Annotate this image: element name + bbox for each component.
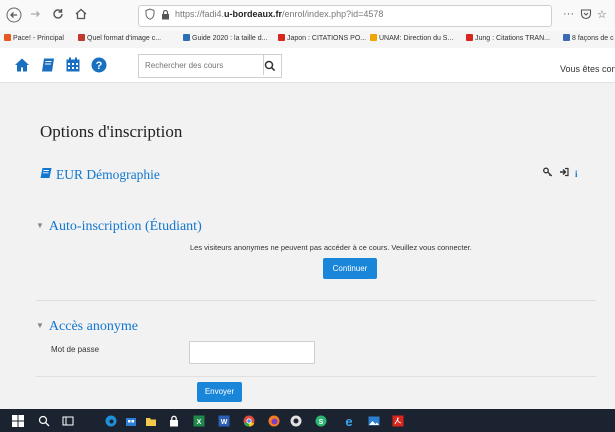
password-label: Mot de passe: [51, 345, 100, 354]
bookmark-favicon-icon: [563, 34, 570, 41]
word-icon[interactable]: W: [218, 414, 230, 427]
windows-start-icon[interactable]: [12, 414, 24, 427]
collapse-caret-icon[interactable]: ▼: [36, 221, 44, 230]
browser-toolbar: https://fadi4.u-bordeaux.fr/enrol/index.…: [0, 0, 615, 32]
lock-app-icon[interactable]: [168, 414, 180, 427]
svg-text:X: X: [197, 419, 202, 426]
firefox-icon[interactable]: [268, 414, 280, 427]
tracking-shield-icon[interactable]: [145, 8, 155, 23]
collapse-caret-icon[interactable]: ▼: [36, 321, 44, 330]
photos-icon[interactable]: [368, 414, 380, 426]
back-icon[interactable]: [6, 7, 22, 23]
forward-icon[interactable]: [27, 7, 43, 23]
home-icon[interactable]: [73, 7, 89, 23]
course-tools: i: [543, 167, 578, 179]
page-title: Options d'inscription: [40, 122, 183, 141]
search-icon: [264, 60, 276, 72]
section-divider: [36, 300, 596, 301]
bookmark-favicon-icon: [278, 34, 285, 41]
course-search: [138, 54, 282, 78]
bookmark-item[interactable]: Guide 2020 : la taille d...: [183, 34, 268, 42]
self-enrol-heading-text: Auto-inscription (Étudiant): [48, 219, 202, 234]
login-enter-icon[interactable]: [559, 167, 572, 179]
os-taskbar: X W S e: [0, 409, 615, 432]
home-icon[interactable]: [14, 57, 30, 73]
guest-heading-text: Accès anonyme: [48, 319, 138, 334]
svg-text:S: S: [319, 419, 324, 426]
bookmark-item[interactable]: Quel format d'image c...: [78, 34, 161, 42]
info-icon[interactable]: i: [575, 169, 578, 179]
course-link[interactable]: EUR Démographie: [39, 167, 160, 183]
bookmark-item[interactable]: Jung : Citations TRAN...: [466, 34, 550, 42]
reload-icon[interactable]: [50, 7, 66, 23]
bookmark-star-icon[interactable]: ☆: [597, 8, 607, 21]
guest-access-section-heading[interactable]: ▼ Accès anonyme: [36, 319, 138, 335]
app-icon[interactable]: [290, 414, 302, 427]
site-navbar: ? Vous êtes con: [0, 48, 615, 83]
calendar-icon[interactable]: [65, 57, 81, 73]
key-icon[interactable]: [543, 167, 556, 179]
guest-access-notice: Les visiteurs anonymes ne peuvent pas ac…: [190, 243, 472, 252]
edge-browser-icon[interactable]: [105, 414, 117, 427]
course-search-input[interactable]: [139, 55, 264, 75]
self-enrol-section-heading[interactable]: ▼ Auto-inscription (Étudiant): [36, 219, 202, 235]
bookmark-favicon-icon: [466, 34, 473, 41]
svg-text:e: e: [345, 415, 352, 427]
lock-icon[interactable]: [161, 9, 170, 23]
pocket-icon[interactable]: [580, 8, 592, 23]
pdf-reader-icon[interactable]: [392, 414, 404, 427]
continue-button[interactable]: Continuer: [323, 258, 377, 279]
bookmarks-bar: Pace! - Principal Quel format d'image c.…: [0, 31, 615, 49]
bookmark-item[interactable]: Pace! - Principal: [4, 34, 64, 42]
course-name: EUR Démographie: [56, 167, 160, 182]
book-icon[interactable]: [40, 57, 56, 73]
form-divider: [36, 376, 596, 377]
taskbar-search-icon[interactable]: [38, 414, 50, 427]
bookmark-item[interactable]: Japon : CITATIONS PO...: [278, 34, 366, 42]
svg-text:?: ?: [96, 60, 103, 72]
bookmark-favicon-icon: [370, 34, 377, 41]
course-book-icon: [39, 167, 52, 183]
store-icon[interactable]: [125, 414, 137, 426]
internet-explorer-icon[interactable]: e: [343, 414, 355, 429]
file-explorer-icon[interactable]: [145, 414, 157, 426]
bookmark-item[interactable]: 8 façons de c: [563, 34, 614, 42]
url-text: https://fadi4.u-bordeaux.fr/enrol/index.…: [175, 9, 384, 19]
password-input[interactable]: [189, 341, 315, 364]
bookmark-item[interactable]: UNAM: Direction du S...: [370, 34, 453, 42]
submit-button[interactable]: Envoyer: [197, 382, 242, 402]
bookmark-favicon-icon: [183, 34, 190, 41]
url-bar[interactable]: https://fadi4.u-bordeaux.fr/enrol/index.…: [138, 5, 552, 27]
excel-icon[interactable]: X: [193, 414, 205, 427]
task-view-icon[interactable]: [62, 414, 74, 426]
help-icon[interactable]: ?: [91, 57, 107, 73]
chrome-icon[interactable]: [243, 414, 255, 427]
skype-icon[interactable]: S: [315, 414, 327, 427]
login-status-text: Vous êtes con: [560, 64, 615, 74]
bookmark-favicon-icon: [4, 34, 11, 41]
bookmark-favicon-icon: [78, 34, 85, 41]
search-button[interactable]: [259, 55, 281, 77]
svg-text:W: W: [221, 419, 228, 426]
page-actions-icon[interactable]: ···: [563, 8, 574, 20]
